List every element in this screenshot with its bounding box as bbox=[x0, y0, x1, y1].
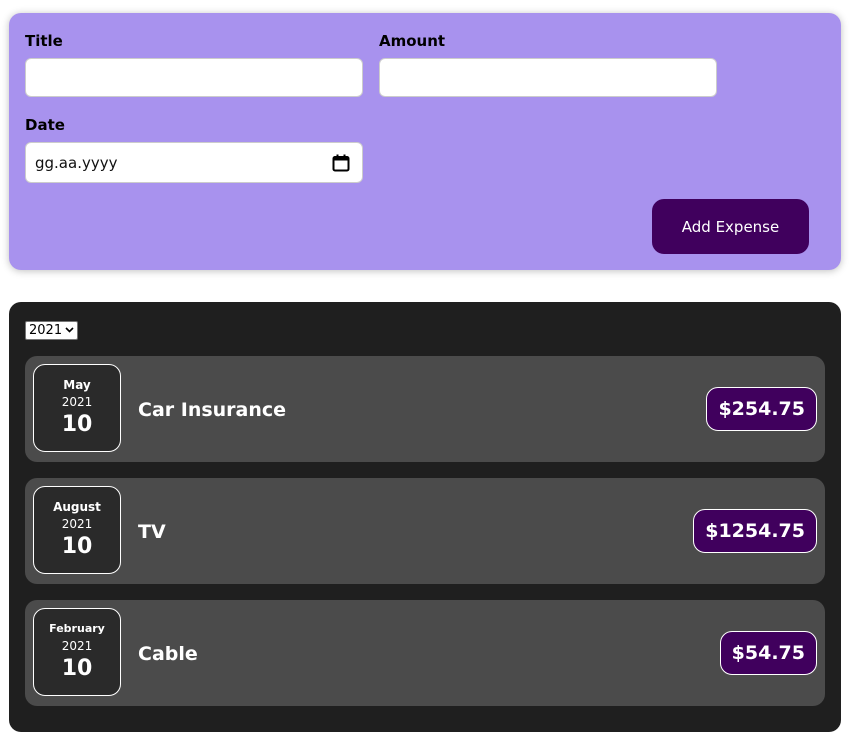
amount-input[interactable] bbox=[379, 58, 717, 97]
title-input[interactable] bbox=[25, 58, 363, 97]
expense-item: May 2021 10 Car Insurance $254.75 bbox=[25, 356, 825, 462]
year-filter-value: 2021 bbox=[29, 323, 63, 338]
expense-title: TV bbox=[138, 521, 166, 543]
expense-date: February 2021 10 bbox=[33, 608, 121, 696]
expense-amount-badge: $54.75 bbox=[719, 631, 817, 675]
expense-amount-badge: $1254.75 bbox=[693, 509, 817, 553]
date-input[interactable]: gg.aa.yyyy bbox=[25, 142, 363, 183]
date-placeholder: gg.aa.yyyy bbox=[35, 154, 118, 172]
year-filter-select[interactable]: 2021 bbox=[25, 321, 78, 340]
expense-item: August 2021 10 TV $1254.75 bbox=[25, 478, 825, 584]
new-expense-form: Title Amount Date gg.aa.yyyy Add Expense bbox=[9, 13, 841, 270]
expense-date-month: February bbox=[49, 622, 105, 635]
expense-date-month: August bbox=[53, 500, 101, 514]
expense-amount-badge: $254.75 bbox=[706, 387, 817, 431]
expense-date-day: 10 bbox=[61, 656, 93, 681]
title-label: Title bbox=[25, 32, 63, 50]
amount-label: Amount bbox=[379, 32, 446, 50]
date-label: Date bbox=[25, 116, 65, 134]
calendar-icon[interactable] bbox=[332, 154, 350, 172]
expense-title: Car Insurance bbox=[138, 399, 287, 421]
expense-date-month: May bbox=[63, 378, 91, 392]
add-expense-button[interactable]: Add Expense bbox=[652, 199, 809, 254]
expense-date-year: 2021 bbox=[61, 517, 93, 531]
expense-date: May 2021 10 bbox=[33, 364, 121, 452]
chevron-down-icon bbox=[65, 327, 74, 333]
expense-date-year: 2021 bbox=[61, 639, 93, 653]
expenses-list-panel: 2021 May 2021 10 Car Insurance $254.75 A… bbox=[9, 302, 841, 732]
expense-item: February 2021 10 Cable $54.75 bbox=[25, 600, 825, 706]
expense-date-day: 10 bbox=[61, 412, 93, 437]
expense-date: August 2021 10 bbox=[33, 486, 121, 574]
expense-date-day: 10 bbox=[61, 534, 93, 559]
expense-title: Cable bbox=[138, 643, 198, 665]
expense-date-year: 2021 bbox=[61, 395, 93, 409]
